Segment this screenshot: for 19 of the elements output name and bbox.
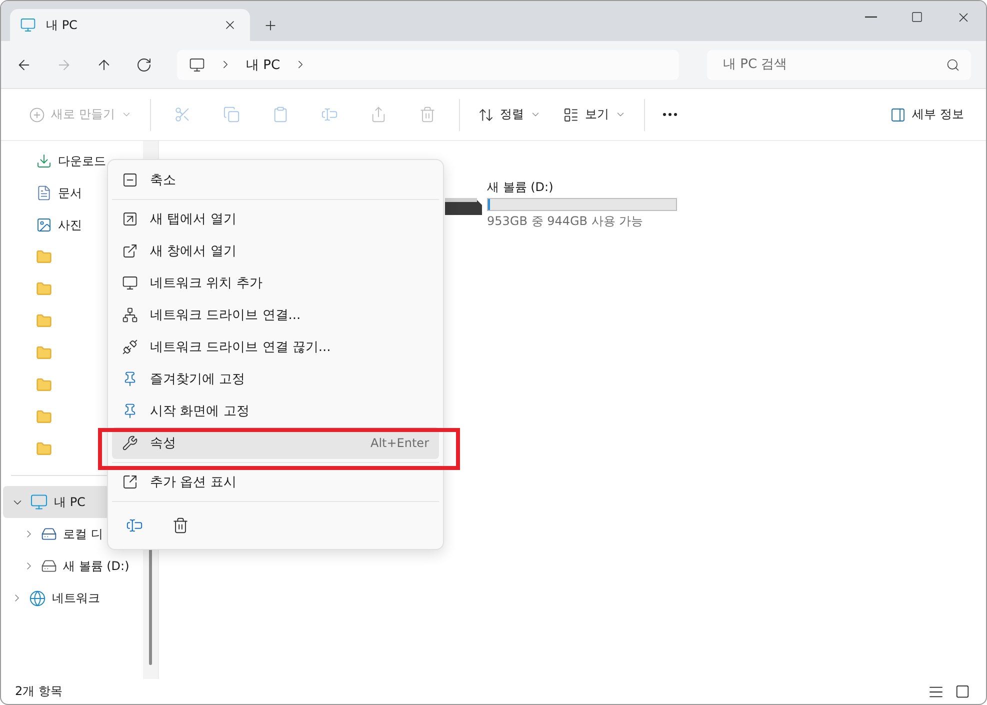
tab-title: 내 PC <box>46 16 78 34</box>
sort-button[interactable]: 정렬 <box>470 98 549 130</box>
drive-name: 새 볼륨 (D:) <box>487 179 554 196</box>
menu-item[interactable]: 네트워크 드라이브 연결 끊기... <box>112 331 439 363</box>
sidebar-item[interactable]: 새 볼륨 (D:) <box>3 550 141 582</box>
item-count: 2개 항목 <box>15 683 62 700</box>
menu-item[interactable]: 즐겨찾기에 고정 <box>112 363 439 395</box>
tab[interactable]: 내 PC <box>10 9 250 41</box>
address-bar[interactable]: 내 PC <box>177 50 679 80</box>
sidebar-item[interactable]: 네트워크 <box>3 582 141 614</box>
menu-item[interactable]: 시작 화면에 고정 <box>112 395 439 427</box>
breadcrumb[interactable]: 내 PC <box>246 56 280 74</box>
menu-item[interactable]: 네트워크 위치 추가 <box>112 267 439 299</box>
menu-item[interactable]: 네트워크 드라이브 연결... <box>112 299 439 331</box>
sidebar-item[interactable]: 로컬 디 <box>3 518 141 550</box>
view-button[interactable]: 보기 <box>554 98 634 130</box>
search-field[interactable]: 내 PC 검색 <box>707 50 971 80</box>
details-button[interactable]: 세부 정보 <box>882 98 972 130</box>
drive-free-space: 953GB 중 944GB 사용 가능 <box>487 213 644 230</box>
